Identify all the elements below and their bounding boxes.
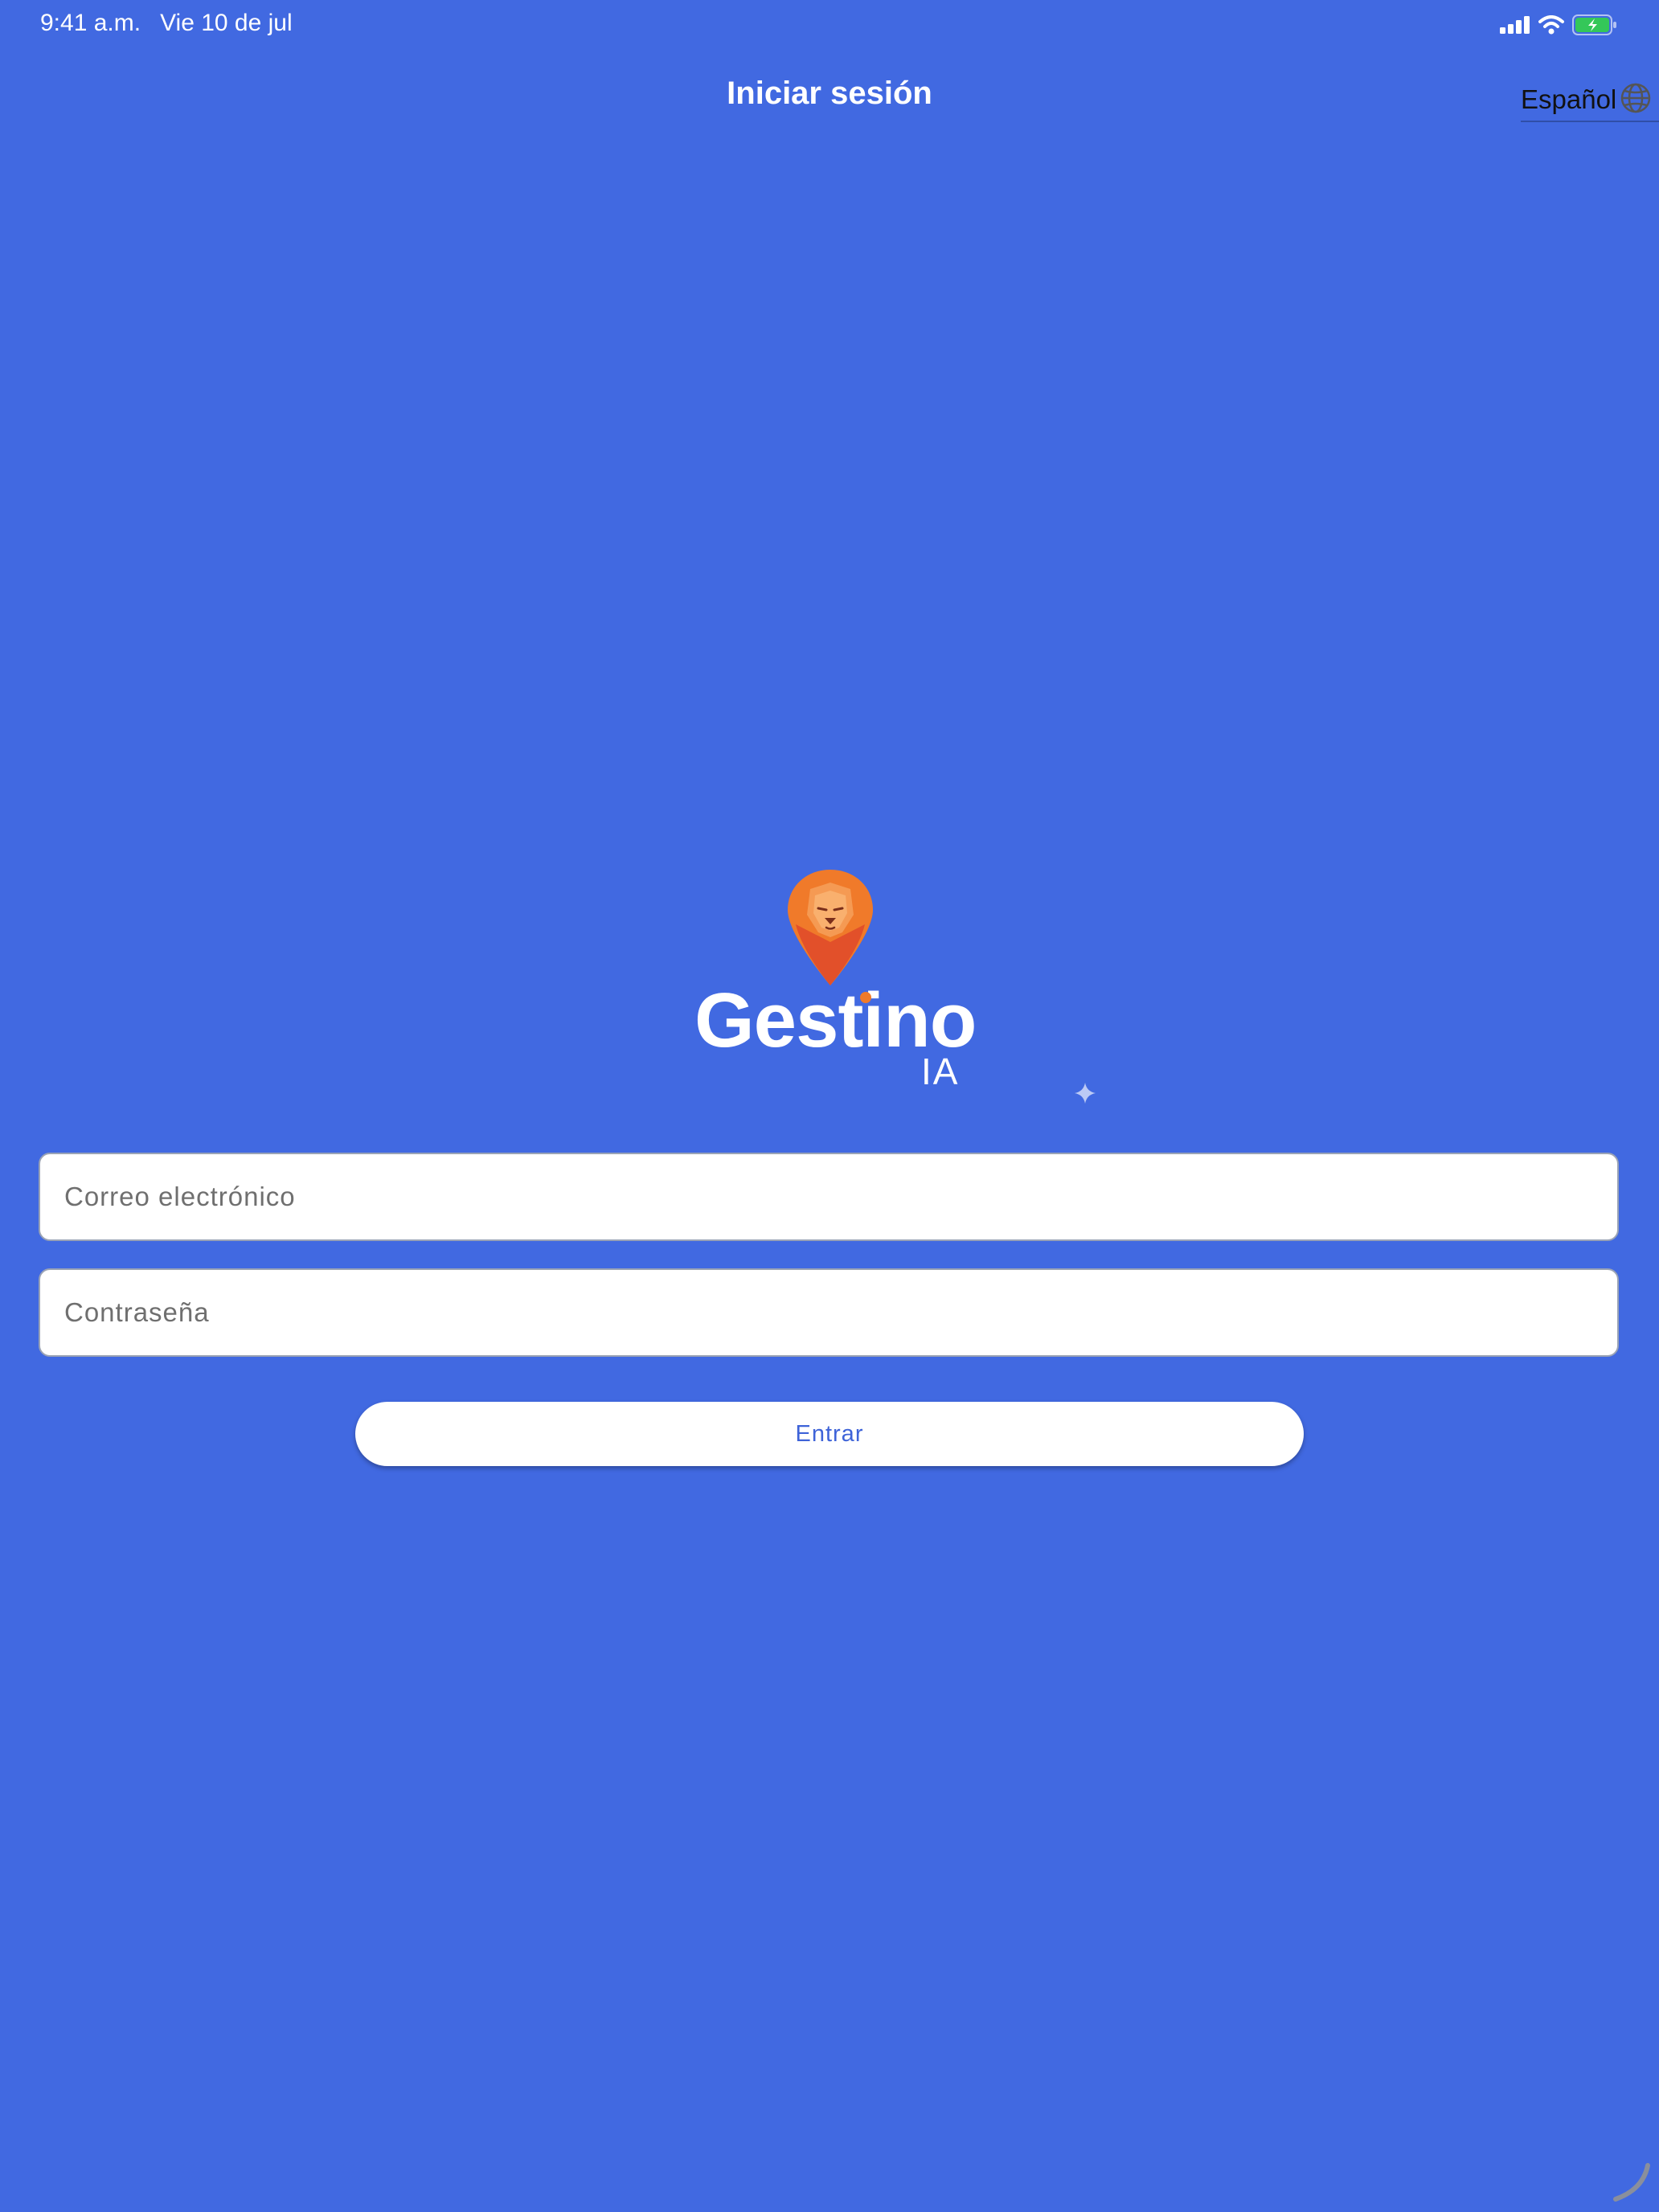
login-screen: 9:41 a.m. Vie 10 de jul Iniciar sesión E… [0,0,1659,2212]
globe-icon [1620,82,1652,118]
app-logo: Gestino IA [691,868,977,1101]
login-button[interactable]: Entrar [355,1402,1304,1466]
wifi-icon [1538,15,1564,39]
email-field[interactable] [39,1153,1619,1241]
resize-handle-icon [1611,2162,1651,2206]
status-time-date: 9:41 a.m. Vie 10 de jul [40,10,293,37]
lion-pin-icon [786,868,875,991]
password-field[interactable] [39,1268,1619,1357]
sparkle-icon [1074,1082,1096,1108]
logo-suffix: IA [921,1051,960,1092]
page-title: Iniciar sesión [727,76,932,111]
navigation-bar: Iniciar sesión Español [0,64,1659,129]
language-selector[interactable]: Español [1521,79,1659,122]
status-time: 9:41 a.m. [40,10,141,36]
cellular-signal-icon [1500,16,1530,38]
battery-charging-icon [1572,14,1617,39]
logo-accent-dot [860,992,871,1003]
language-label: Español [1521,84,1617,114]
status-date: Vie 10 de jul [160,10,293,36]
status-indicators [1500,14,1617,39]
status-bar: 9:41 a.m. Vie 10 de jul [0,0,1659,51]
logo-wordmark: Gestino [694,977,977,1063]
